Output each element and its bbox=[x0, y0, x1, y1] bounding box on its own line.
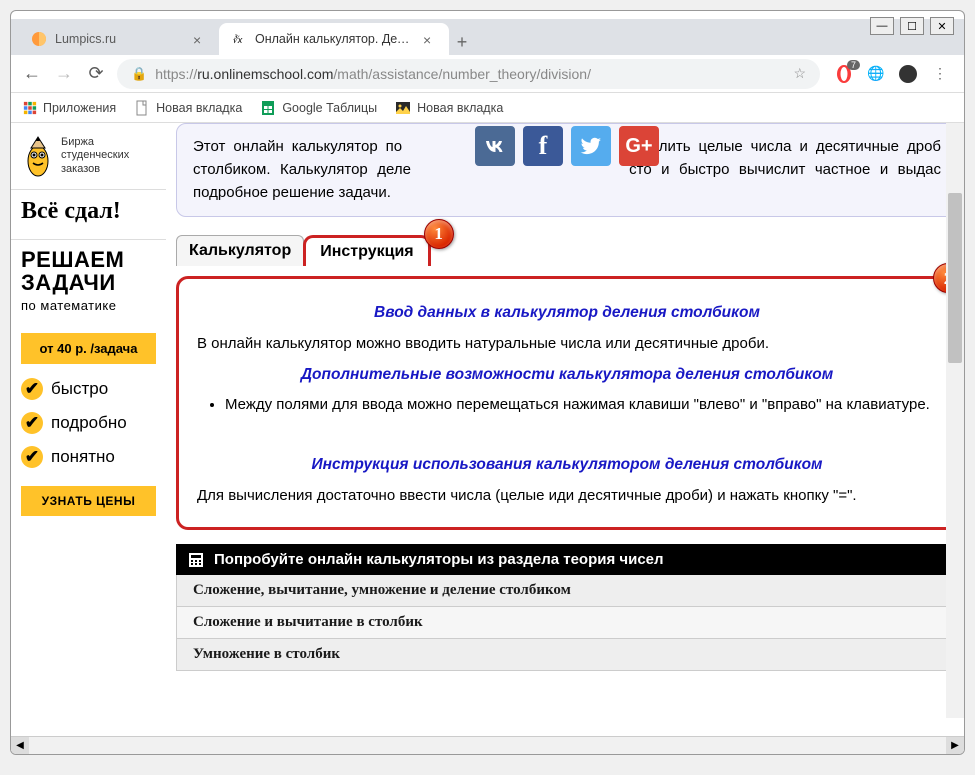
feature-item: ✔понятно bbox=[21, 440, 156, 474]
scroll-left-button[interactable]: ◀ bbox=[11, 737, 29, 755]
lock-icon: 🔒 bbox=[131, 66, 147, 82]
profile-avatar[interactable] bbox=[898, 64, 918, 84]
brand-text: Всё сдал! bbox=[21, 194, 156, 229]
site-icon bbox=[31, 31, 47, 47]
svg-text:∛x: ∛x bbox=[232, 34, 243, 45]
site-icon: ∛x bbox=[231, 31, 247, 47]
panel-heading: Дополнительные возможности калькулятора … bbox=[197, 363, 937, 386]
close-icon[interactable]: × bbox=[423, 32, 437, 46]
bookmark-newtab2[interactable]: Новая вкладка bbox=[395, 100, 503, 116]
panel-list-item: Между полями для ввода можно перемещатьс… bbox=[225, 394, 937, 417]
tab-title: Lumpics.ru bbox=[55, 32, 185, 46]
close-icon[interactable]: × bbox=[193, 32, 207, 46]
share-facebook[interactable]: f bbox=[523, 126, 563, 166]
section-header: Попробуйте онлайн калькуляторы из раздел… bbox=[176, 544, 958, 575]
feature-item: ✔подробно bbox=[21, 406, 156, 440]
share-twitter[interactable] bbox=[571, 126, 611, 166]
window-minimize[interactable]: — bbox=[870, 17, 894, 35]
scrollbar-thumb[interactable] bbox=[948, 193, 962, 363]
related-link[interactable]: Умножение в столбик bbox=[176, 639, 958, 671]
share-bar: f G+ bbox=[475, 126, 659, 166]
sidebar: Биржа студенческих заказов Всё сдал! РЕШ… bbox=[11, 123, 166, 736]
share-vk[interactable] bbox=[475, 126, 515, 166]
tab-instruction[interactable]: Инструкция bbox=[303, 235, 430, 266]
bookmarks-bar: Приложения Новая вкладка Google Таблицы … bbox=[11, 93, 964, 123]
intro-box: f G+ Этот онлайн калькулятор по XXXXXXXX… bbox=[176, 123, 958, 217]
check-icon: ✔ bbox=[21, 378, 43, 400]
reshaem-block: РЕШАЕМ ЗАДАЧИ по математике bbox=[11, 240, 166, 321]
annotation-marker-1: 1 bbox=[424, 219, 454, 249]
apps-button[interactable]: Приложения bbox=[23, 101, 116, 115]
browser-tab-active[interactable]: ∛x Онлайн калькулятор. Деление с × bbox=[219, 23, 449, 55]
panel-heading: Инструкция использования калькулятором д… bbox=[197, 453, 937, 476]
horizontal-scrollbar[interactable]: ◀ ▶ bbox=[11, 736, 964, 754]
url-text: https://ru.onlinemschool.com/math/assist… bbox=[155, 66, 591, 82]
picture-icon bbox=[395, 100, 411, 116]
exchange-banner[interactable]: Биржа студенческих заказов bbox=[11, 123, 166, 190]
panel-text: Для вычисления достаточно ввести числа (… bbox=[197, 485, 937, 508]
star-icon[interactable]: ☆ bbox=[793, 65, 806, 82]
back-button[interactable]: ← bbox=[21, 63, 43, 85]
related-link[interactable]: Сложение, вычитание, умножение и деление… bbox=[176, 575, 958, 607]
apps-icon bbox=[23, 101, 37, 115]
panel-heading: Ввод данных в калькулятор деления столби… bbox=[197, 301, 937, 324]
new-tab-button[interactable]: + bbox=[449, 29, 475, 55]
content-tabs: Калькулятор Инструкция 1 bbox=[176, 235, 958, 266]
price-badge: от 40 р. /задача bbox=[21, 333, 156, 364]
bookmark-gsheets[interactable]: Google Таблицы bbox=[260, 100, 377, 116]
related-link[interactable]: Сложение и вычитание в столбик bbox=[176, 607, 958, 639]
menu-button[interactable]: ⋮ bbox=[930, 64, 950, 84]
bookmark-newtab[interactable]: Новая вкладка bbox=[134, 100, 242, 116]
main-content: f G+ Этот онлайн калькулятор по XXXXXXXX… bbox=[166, 123, 964, 736]
opera-extension-icon[interactable]: 7 bbox=[834, 64, 854, 84]
check-icon: ✔ bbox=[21, 446, 43, 468]
vertical-scrollbar[interactable] bbox=[946, 123, 964, 718]
toolbar: ← → ⟳ 🔒 https://ru.onlinemschool.com/mat… bbox=[11, 55, 964, 93]
forward-button: → bbox=[53, 63, 75, 85]
feature-item: ✔быстро bbox=[21, 372, 156, 406]
window-maximize[interactable]: ☐ bbox=[900, 17, 924, 35]
calculator-icon bbox=[188, 552, 204, 568]
browser-tab-lumpics[interactable]: Lumpics.ru × bbox=[19, 23, 219, 55]
tab-calculator[interactable]: Калькулятор bbox=[176, 235, 304, 266]
panel-text: В онлайн калькулятор можно вводить натур… bbox=[197, 333, 937, 356]
tab-title: Онлайн калькулятор. Деление с bbox=[255, 32, 415, 46]
check-icon: ✔ bbox=[21, 412, 43, 434]
pencil-icon bbox=[21, 133, 55, 179]
scroll-right-button[interactable]: ▶ bbox=[946, 737, 964, 755]
badge: 7 bbox=[847, 60, 860, 70]
address-bar[interactable]: 🔒 https://ru.onlinemschool.com/math/assi… bbox=[117, 59, 820, 89]
share-googleplus[interactable]: G+ bbox=[619, 126, 659, 166]
instruction-panel: 2 Ввод данных в калькулятор деления стол… bbox=[176, 276, 958, 530]
window-close[interactable]: ✕ bbox=[930, 17, 954, 35]
sheets-icon bbox=[260, 100, 276, 116]
cta-button[interactable]: УЗНАТЬ ЦЕНЫ bbox=[21, 486, 156, 516]
reload-button[interactable]: ⟳ bbox=[85, 63, 107, 85]
tab-strip: Lumpics.ru × ∛x Онлайн калькулятор. Деле… bbox=[11, 19, 964, 55]
page-icon bbox=[134, 100, 150, 116]
globe-extension-icon[interactable]: 🌐 bbox=[866, 64, 886, 84]
